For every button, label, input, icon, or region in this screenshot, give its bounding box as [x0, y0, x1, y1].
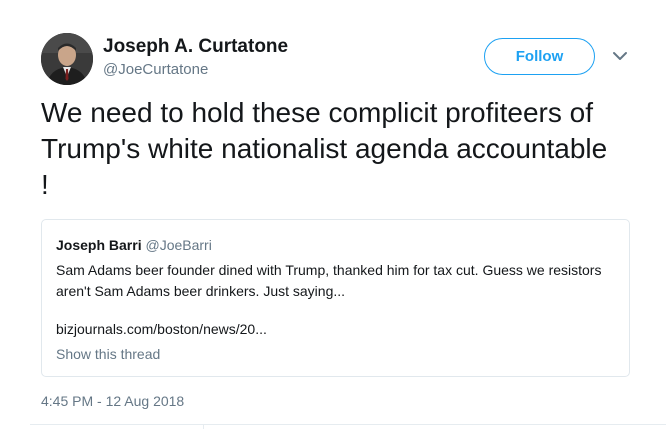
tweet-timestamp[interactable]: 4:45 PM - 12 Aug 2018	[41, 393, 184, 409]
quoted-tweet-text: Sam Adams beer founder dined with Trump,…	[56, 262, 602, 299]
author-name[interactable]: Joseph A. Curtatone	[103, 36, 288, 58]
quoted-author-handle: @JoeBarri	[145, 237, 212, 253]
divider	[30, 424, 666, 425]
divider-tick	[203, 424, 204, 429]
quoted-tweet-author: Joseph Barri @JoeBarri	[56, 237, 212, 253]
follow-button[interactable]: Follow	[484, 38, 595, 75]
show-thread-link[interactable]: Show this thread	[56, 346, 160, 362]
profile-photo-icon	[41, 33, 93, 85]
quoted-tweet[interactable]: Joseph Barri @JoeBarri Sam Adams beer fo…	[41, 219, 630, 377]
quoted-tweet-link[interactable]: bizjournals.com/boston/news/20...	[56, 321, 267, 337]
tweet-text: We need to hold these complicit profitee…	[41, 97, 608, 200]
tweet-card: Joseph A. Curtatone @JoeCurtatone Follow…	[0, 0, 666, 429]
author-handle[interactable]: @JoeCurtatone	[103, 61, 208, 78]
author-avatar[interactable]	[41, 33, 93, 85]
chevron-down-icon[interactable]	[611, 49, 629, 63]
quoted-author-name: Joseph Barri	[56, 237, 146, 253]
